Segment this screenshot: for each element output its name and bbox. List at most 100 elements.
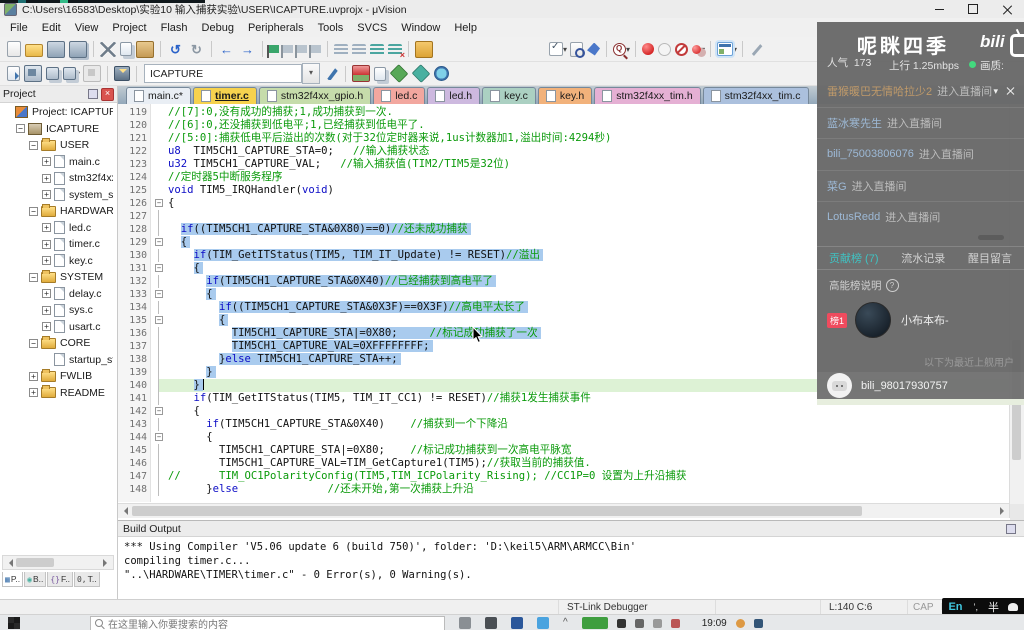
menu-help[interactable]: Help	[447, 20, 484, 36]
find-in-files-icon[interactable]	[570, 42, 583, 57]
configuration-wrench-icon[interactable]	[749, 42, 763, 56]
expander-icon[interactable]: +	[42, 157, 51, 166]
undo-icon[interactable]: ↺	[167, 42, 184, 57]
breakpoint-list-icon[interactable]	[692, 45, 701, 54]
tray-expand-icon[interactable]: ^	[563, 617, 568, 629]
windows-start-icon[interactable]	[8, 617, 20, 629]
overlay-tab-item[interactable]: 醒目留言	[968, 250, 1012, 266]
batch-build-icon[interactable]	[63, 67, 76, 80]
tray-icon[interactable]	[754, 619, 763, 628]
word-app-icon[interactable]	[511, 617, 523, 629]
close-icon[interactable]	[1006, 87, 1014, 95]
tray-icon[interactable]	[617, 619, 626, 628]
target-select-dropdown[interactable]: ▾	[302, 63, 320, 84]
editor-tab-stm32f4xx-tim-h[interactable]: stm32f4xx_tim.h	[594, 87, 700, 104]
tree-item-startup-stn[interactable]: startup_stn	[0, 352, 113, 369]
ime-punctuation[interactable]: ’,	[974, 602, 979, 612]
menu-file[interactable]: File	[3, 20, 35, 36]
editor-tab-led-h[interactable]: led.h	[427, 87, 480, 104]
scroll-thumb[interactable]	[132, 506, 862, 516]
panel-tab-p[interactable]: ▦P..	[2, 572, 23, 587]
overlay-tab-item[interactable]: 流水记录	[901, 250, 945, 266]
expander-icon[interactable]: +	[42, 174, 51, 183]
expander-icon[interactable]: −	[29, 339, 38, 348]
target-select[interactable]: ICAPTURE	[144, 64, 302, 83]
printer-app-icon[interactable]	[459, 617, 471, 629]
scroll-thumb[interactable]	[16, 558, 54, 567]
panel-tab-b[interactable]: ◉B..	[24, 572, 46, 587]
rank-item[interactable]: 榜1小布本布-	[817, 298, 1024, 342]
translate-file-icon[interactable]	[7, 66, 20, 81]
indent-icon[interactable]	[334, 44, 348, 56]
editor-tab-timer-c[interactable]: timer.c	[193, 87, 257, 104]
web-pack-icon[interactable]	[434, 66, 449, 81]
expander-icon[interactable]: +	[29, 388, 38, 397]
expander-icon[interactable]: +	[42, 322, 51, 331]
minimize-button[interactable]	[922, 0, 956, 18]
tree-item-icapture[interactable]: −ICAPTURE	[0, 121, 113, 138]
app-icon[interactable]	[537, 617, 549, 629]
scroll-left-icon[interactable]	[5, 559, 13, 567]
books-icon[interactable]	[415, 41, 433, 58]
outdent-icon[interactable]	[352, 44, 366, 56]
menu-window[interactable]: Window	[394, 20, 447, 36]
tree-item-system[interactable]: −SYSTEM	[0, 269, 113, 286]
window-layout-icon[interactable]	[717, 42, 733, 56]
code-line[interactable]: 143 if(TIM5CH1_CAPTURE_STA&0X40) //捕获到一个…	[118, 418, 1010, 431]
editor-tab-led-c[interactable]: led.c	[373, 87, 425, 104]
disable-breakpoint-icon[interactable]	[658, 43, 671, 56]
ime-width-mode[interactable]: 半	[988, 599, 999, 615]
dropdown-icon[interactable]: ▾	[993, 86, 998, 97]
kill-breakpoints-icon[interactable]	[675, 43, 688, 56]
tree-item-timer-c[interactable]: +timer.c	[0, 236, 113, 253]
rebuild-all-icon[interactable]	[46, 67, 59, 80]
cut-icon[interactable]	[100, 42, 116, 57]
tree-item-system-stn[interactable]: +system_stn	[0, 187, 113, 204]
volume-app-icon[interactable]	[485, 617, 497, 629]
manage-components-icon[interactable]	[352, 65, 370, 82]
chat-username[interactable]: LotusRedd	[827, 211, 880, 223]
expander-icon[interactable]: +	[29, 372, 38, 381]
tree-item-key-c[interactable]: +key.c	[0, 253, 113, 270]
paste-icon[interactable]	[136, 41, 154, 58]
tray-icon[interactable]	[736, 619, 745, 628]
tree-item-project-icapture[interactable]: Project: ICAPTURE	[0, 104, 113, 121]
expander-icon[interactable]: +	[42, 306, 51, 315]
expander-icon[interactable]: −	[29, 273, 38, 282]
expander-icon[interactable]: −	[29, 207, 38, 216]
fold-column[interactable]: −	[154, 262, 165, 275]
ime-language[interactable]: En	[948, 601, 962, 613]
menu-flash[interactable]: Flash	[154, 20, 195, 36]
menu-debug[interactable]: Debug	[195, 20, 241, 36]
next-bookmark-icon[interactable]	[297, 45, 307, 53]
expander-icon[interactable]: +	[42, 256, 51, 265]
close-button[interactable]	[990, 0, 1024, 18]
pin-icon[interactable]	[88, 89, 98, 99]
fold-marker-icon[interactable]: −	[155, 433, 163, 441]
code-line[interactable]: 142− {	[118, 405, 1010, 418]
tree-item-led-c[interactable]: +led.c	[0, 220, 113, 237]
maximize-button[interactable]	[956, 0, 990, 18]
fold-marker-icon[interactable]: −	[155, 264, 163, 272]
tree-item-stm32f4xx[interactable]: +stm32f4xx_	[0, 170, 113, 187]
fold-column[interactable]: −	[154, 431, 165, 444]
taskbar-search-input[interactable]: 在这里输入你要搜索的内容	[90, 616, 445, 630]
expander-icon[interactable]: +	[42, 223, 51, 232]
uncomment-selection-icon[interactable]	[388, 44, 402, 56]
tree-item-main-c[interactable]: +main.c	[0, 154, 113, 171]
menu-tools[interactable]: Tools	[311, 20, 351, 36]
fold-column[interactable]: −	[154, 314, 165, 327]
expander-icon[interactable]: +	[42, 289, 51, 298]
target-options-icon[interactable]	[326, 67, 339, 80]
tree-item-sys-c[interactable]: +sys.c	[0, 302, 113, 319]
prev-bookmark-icon[interactable]	[283, 45, 293, 53]
copy-icon[interactable]	[120, 42, 132, 56]
chat-username[interactable]: 蓝冰寒先生	[827, 115, 882, 131]
chat-username[interactable]: 菜G	[827, 178, 847, 194]
tree-item-core[interactable]: −CORE	[0, 335, 113, 352]
menu-svcs[interactable]: SVCS	[350, 20, 394, 36]
open-file-icon[interactable]	[25, 44, 43, 57]
editor-tab-stm32f4xx-gpio-h[interactable]: stm32f4xx_gpio.h	[259, 87, 371, 104]
download-flash-icon[interactable]	[114, 66, 130, 81]
chat-username[interactable]: 雷猴暖巴无情哈拉少2	[827, 83, 932, 99]
